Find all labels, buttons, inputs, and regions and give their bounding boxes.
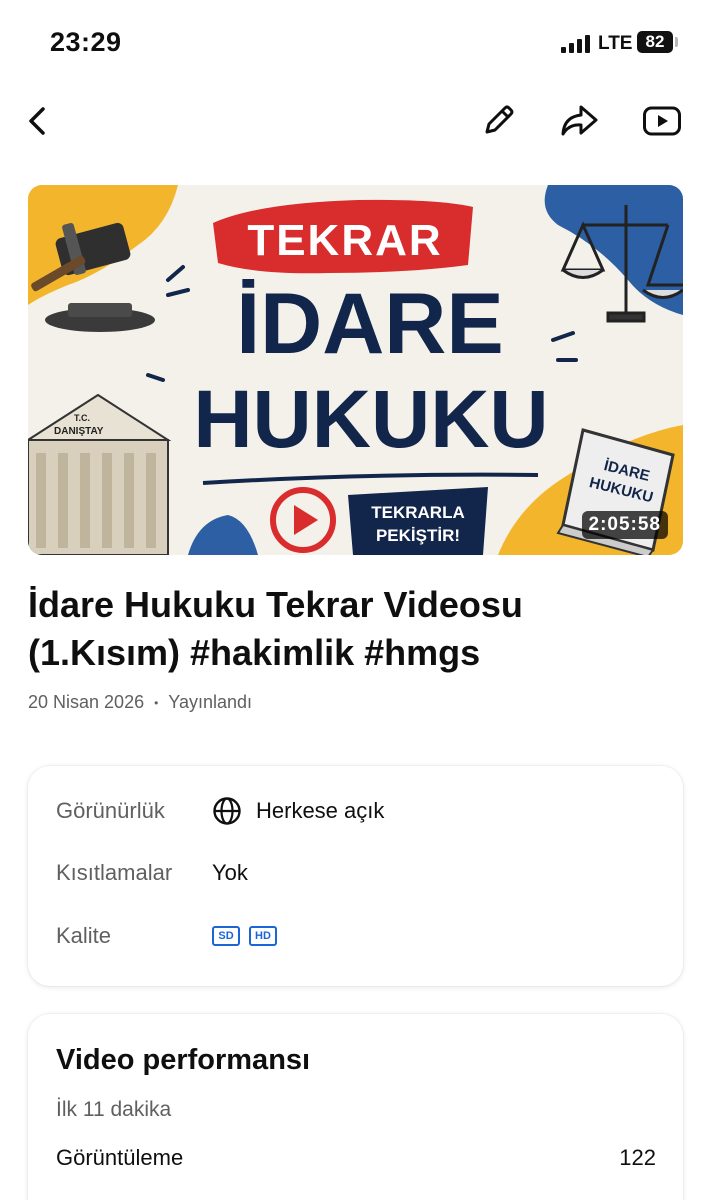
hd-badge: HD — [249, 926, 277, 946]
edit-button[interactable] — [474, 97, 522, 145]
performance-card[interactable]: Video performansı İlk 11 dakika Görüntül… — [28, 1014, 683, 1200]
globe-icon — [213, 797, 241, 825]
back-icon — [29, 107, 45, 135]
thumbnail-headline-2: HUKUKU — [193, 374, 548, 465]
performance-title: Video performansı — [56, 1044, 311, 1076]
publish-date: 20 Nisan 2026 — [28, 692, 145, 712]
restrictions-value: Yok — [212, 860, 248, 885]
quality-label: Kalite — [56, 923, 112, 948]
visibility-value: Herkese açık — [256, 798, 385, 823]
views-row: Görüntüleme 122 — [56, 1145, 656, 1171]
signal-icon — [561, 35, 591, 53]
share-button[interactable] — [555, 97, 603, 145]
youtube-icon — [643, 106, 681, 136]
thumbnail-tag: TEKRAR — [247, 216, 442, 265]
views-label: Görüntüleme — [56, 1145, 184, 1170]
thumbnail-badge-line-2: PEKİŞTİR! — [376, 526, 460, 545]
top-app-bar — [0, 86, 711, 168]
thumbnail-headline-1: İDARE — [236, 276, 504, 372]
quality-badges: SD HD — [212, 926, 286, 946]
building-text-2: DANIŞTAY — [54, 426, 104, 437]
video-duration: 2:05:58 — [581, 511, 668, 539]
share-icon — [561, 105, 598, 136]
youtube-button[interactable] — [638, 97, 686, 145]
views-value: 122 — [619, 1145, 656, 1170]
restrictions-row[interactable]: Kısıtlamalar Yok — [56, 860, 248, 886]
publish-status: Yayınlandı — [168, 692, 253, 712]
video-title: İdare Hukuku Tekrar Videosu (1.Kısım) #h… — [28, 584, 523, 673]
visibility-value-wrap: Herkese açık — [212, 796, 384, 826]
battery-tip — [675, 37, 678, 47]
visibility-label: Görünürlük — [56, 798, 165, 823]
building-text-1: T.C. — [74, 413, 90, 423]
network-type: LTE — [598, 33, 633, 54]
status-time: 23:29 — [50, 27, 122, 57]
restrictions-label: Kısıtlamalar — [56, 860, 173, 885]
quality-row: Kalite SD HD — [56, 923, 286, 949]
edit-icon — [485, 105, 514, 134]
back-button[interactable] — [15, 97, 63, 145]
meta-separator: • — [154, 695, 159, 710]
battery-icon: 82 — [637, 31, 673, 53]
sd-badge: SD — [212, 926, 240, 946]
video-details-page: T.C. DANIŞTAY İDARE HUKUKU TEKRAR İDARE … — [0, 168, 711, 1200]
video-thumbnail[interactable]: T.C. DANIŞTAY İDARE HUKUKU TEKRAR İDARE … — [28, 185, 683, 555]
details-card[interactable]: Görünürlük Herkese açık Kısıtlamalar Yok… — [28, 766, 683, 986]
status-bar: 23:29 LTE 82 — [0, 0, 711, 86]
video-meta: 20 Nisan 2026 • Yayınlandı — [28, 692, 252, 713]
performance-subtitle: İlk 11 dakika — [56, 1098, 172, 1121]
visibility-row[interactable]: Görünürlük Herkese açık — [56, 796, 384, 826]
thumbnail-badge-line-1: TEKRARLA — [371, 503, 465, 522]
thumbnail-artwork: T.C. DANIŞTAY İDARE HUKUKU TEKRAR İDARE … — [28, 185, 683, 555]
